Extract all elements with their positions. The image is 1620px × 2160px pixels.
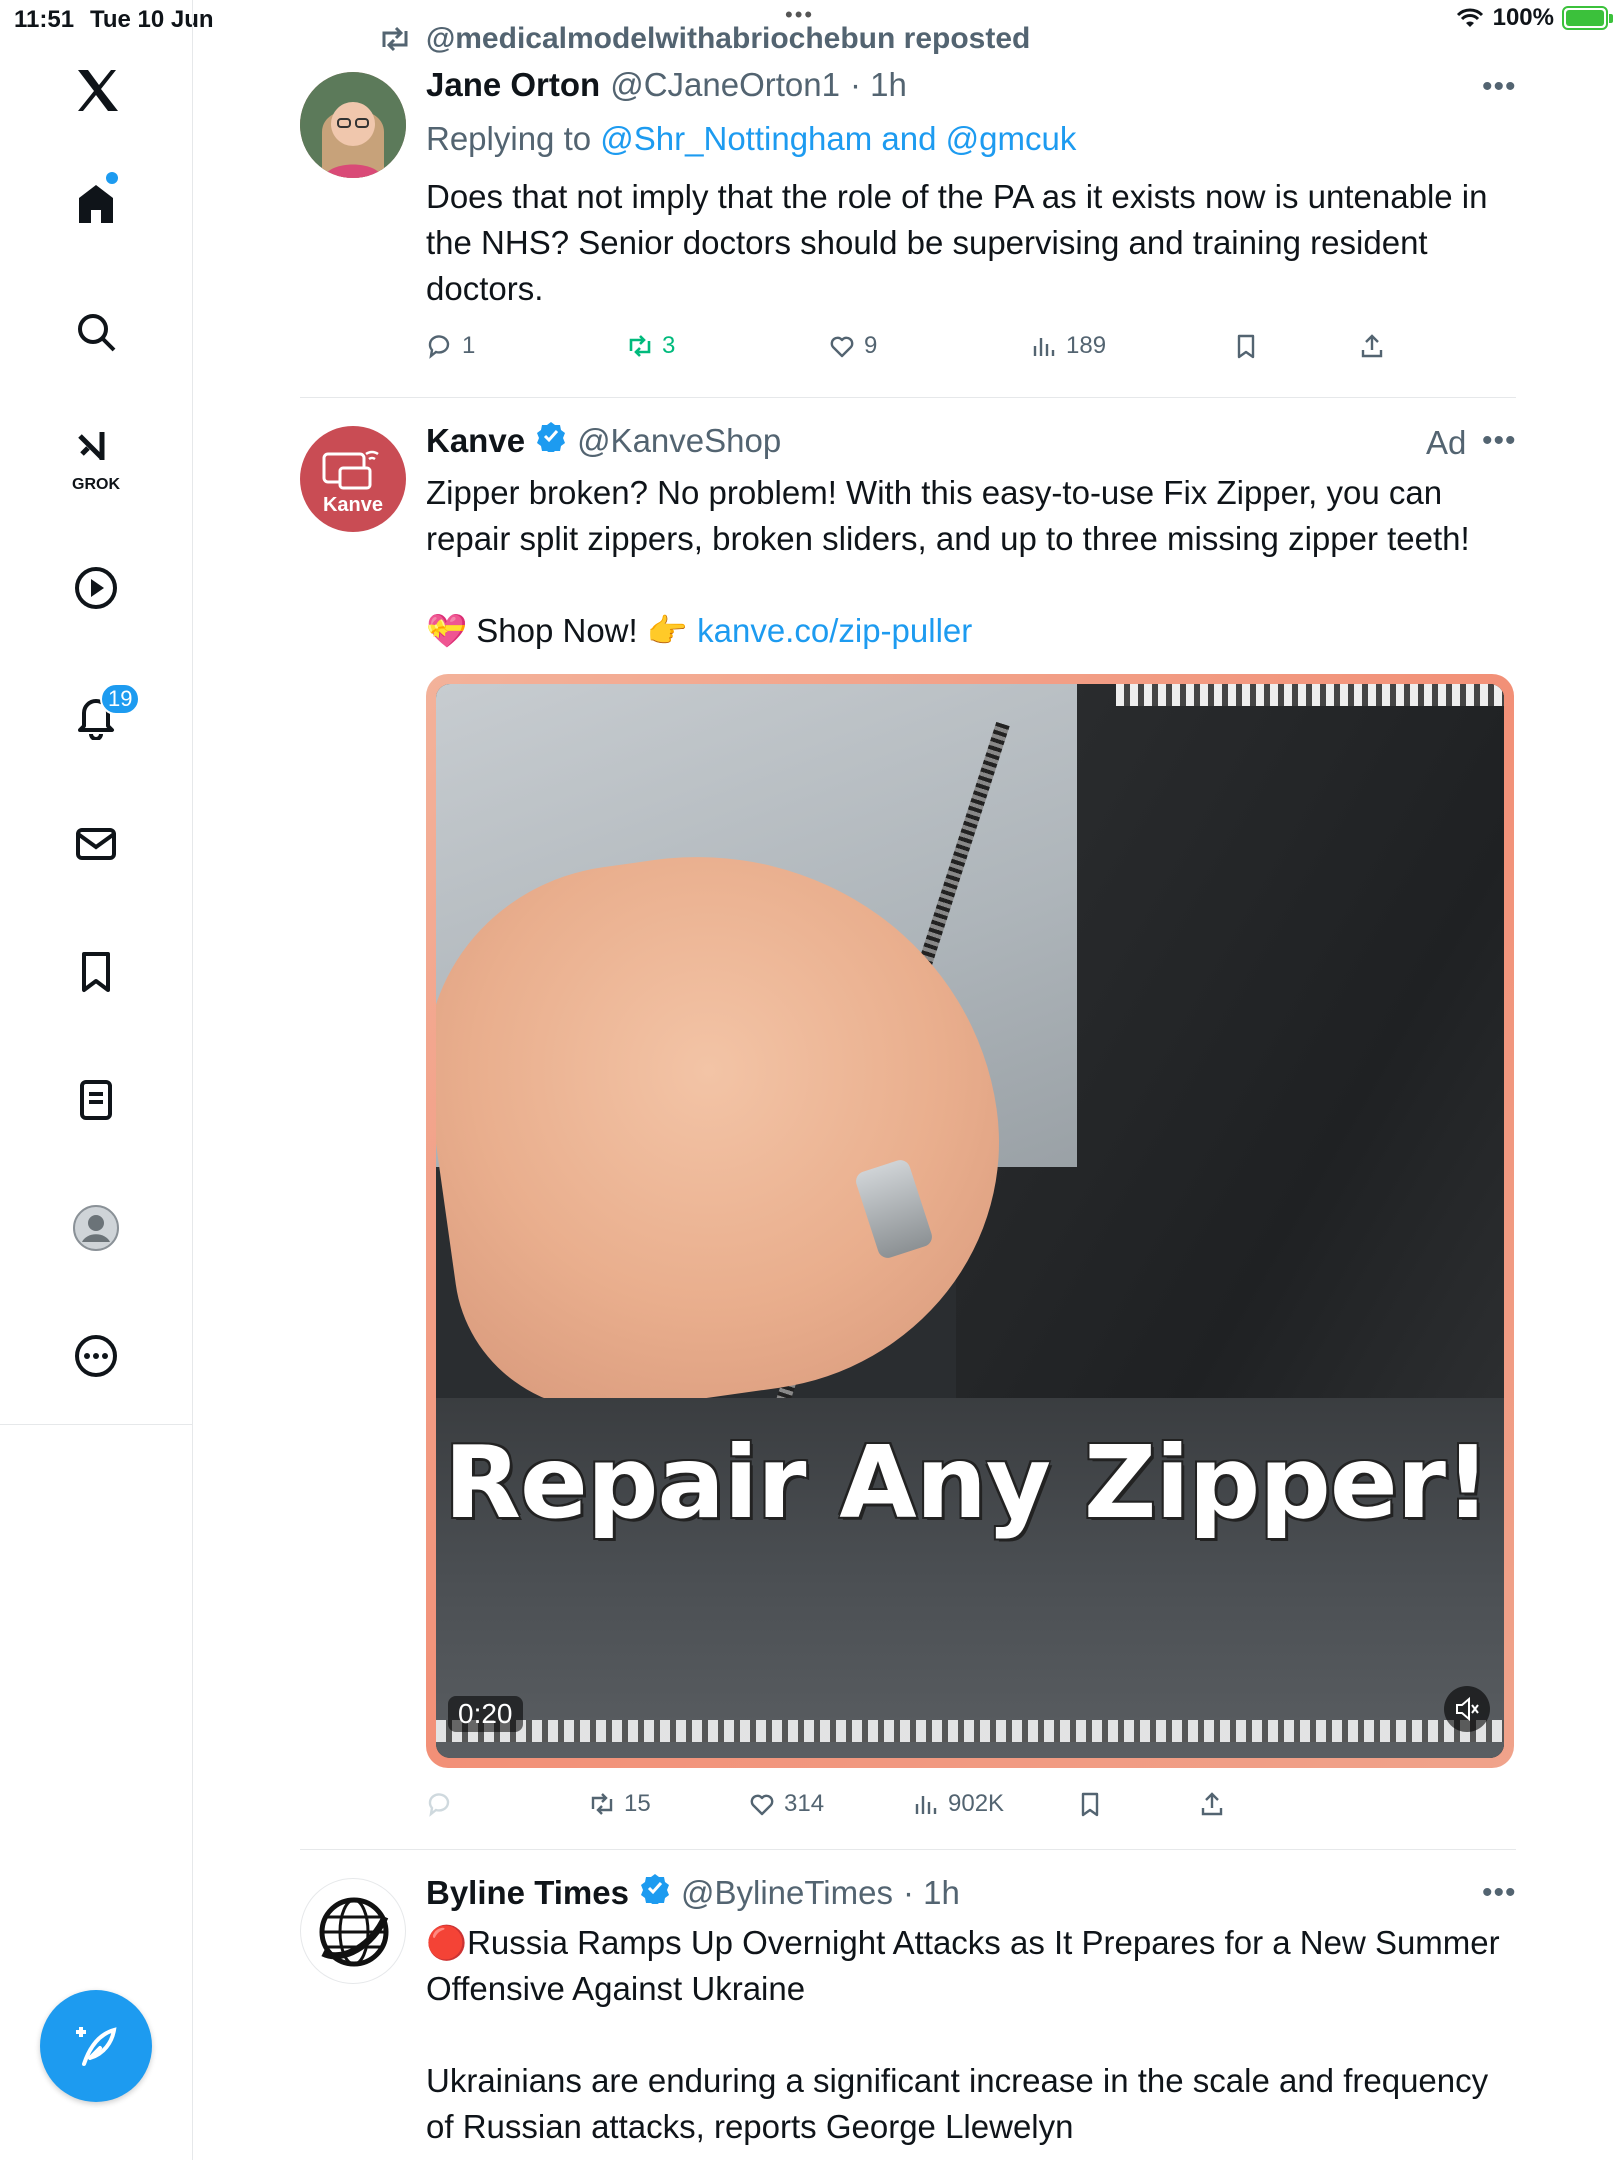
bookmark-icon (1081, 1792, 1099, 1817)
post-headline: 🔴Russia Ramps Up Overnight Attacks as It… (426, 1924, 1500, 2007)
author-avatar[interactable]: Kanve (300, 426, 406, 532)
author-row: Kanve @KanveShop (426, 420, 781, 460)
avatar-label: Kanve (322, 494, 384, 516)
post-text: Zipper broken? No problem! With this eas… (426, 474, 1470, 557)
author-avatar[interactable] (300, 72, 406, 178)
home-unread-dot (106, 172, 118, 184)
grok-icon[interactable] (66, 420, 126, 480)
notifications-badge: 19 (100, 683, 141, 715)
bookmarks-icon[interactable] (66, 942, 126, 1002)
like-button[interactable]: 9 (828, 332, 877, 360)
repost-button[interactable]: 15 (588, 1790, 651, 1818)
post-time[interactable]: · 1h (850, 66, 907, 104)
heart-icon (830, 336, 854, 358)
shop-row: 💝 Shop Now! 👉 kanve.co/zip-puller (426, 608, 972, 654)
like-count: 9 (864, 332, 878, 359)
repost-count: 3 (662, 332, 676, 359)
repost-indicator[interactable]: @medicalmodelwithabriochebun reposted (378, 22, 1030, 56)
post-actions: 15 314 902K (426, 1790, 1516, 1826)
status-right: 100% (1455, 4, 1613, 32)
reply-button[interactable] (426, 1790, 462, 1818)
battery-percent: 100% (1492, 4, 1554, 31)
author-row: Jane Orton @CJaneOrton1 · 1h (426, 66, 907, 104)
repost-button[interactable]: 3 (626, 332, 675, 360)
shop-link[interactable]: kanve.co/zip-puller (697, 612, 972, 649)
repost-icon (382, 26, 408, 52)
views-button[interactable]: 189 (1030, 332, 1106, 360)
video-icon[interactable] (66, 558, 126, 618)
repost-label: @medicalmodelwithabriochebun reposted (426, 22, 1031, 55)
views-bar-icon (915, 1796, 937, 1814)
post-divider (300, 1849, 1516, 1850)
view-count: 902K (948, 1790, 1005, 1817)
post-time[interactable]: · 1h (903, 1874, 960, 1912)
post-text: Does that not imply that the role of the… (426, 178, 1488, 307)
share-button[interactable] (1358, 332, 1386, 360)
author-handle[interactable]: @CJaneOrton1 (610, 66, 840, 104)
profile-avatar-icon[interactable] (66, 1198, 126, 1258)
bookmark-button[interactable] (1232, 332, 1260, 360)
reply-icon (428, 335, 450, 359)
grok-label: GROK (72, 476, 120, 493)
video-frame: Repair Any Zipper! 0:20 (436, 684, 1504, 1758)
replying-to-row: Replying to @Shr_Nottingham and @gmcuk (426, 116, 1076, 162)
repost-icon (591, 1793, 613, 1815)
bookmark-icon (1237, 334, 1255, 359)
post-actions: 1 3 9 189 (426, 332, 1516, 368)
more-options-icon[interactable] (66, 1326, 126, 1386)
repost-icon (629, 335, 651, 357)
post-more-icon[interactable]: ••• (1482, 424, 1517, 458)
post-more-icon[interactable]: ••• (1482, 1876, 1517, 1910)
share-icon (1201, 1792, 1223, 1816)
replying-to-handles[interactable]: @Shr_Nottingham and @gmcuk (600, 120, 1076, 157)
messages-icon[interactable] (66, 814, 126, 874)
share-button[interactable] (1198, 1790, 1226, 1818)
heart-icon (750, 1794, 774, 1816)
ad-video-player[interactable]: Repair Any Zipper! 0:20 (426, 674, 1514, 1768)
reply-button[interactable]: 1 (426, 332, 475, 360)
author-handle[interactable]: @BylineTimes (681, 1874, 893, 1912)
views-button[interactable]: 902K (912, 1790, 1004, 1818)
post-text: Ukrainians are enduring a significant in… (426, 2062, 1489, 2145)
views-bar-icon (1033, 338, 1055, 356)
x-logo-icon[interactable] (66, 60, 126, 120)
shop-prefix: 💝 Shop Now! 👉 (426, 612, 688, 649)
search-icon[interactable] (66, 302, 126, 362)
byline-globe-logo (319, 1897, 389, 1967)
battery-icon (1562, 6, 1613, 30)
lists-icon[interactable] (66, 1070, 126, 1130)
video-caption: Repair Any Zipper! (444, 1424, 1491, 1541)
view-count: 189 (1066, 332, 1107, 359)
home-icon[interactable] (66, 174, 126, 234)
author-avatar[interactable] (300, 1878, 406, 1984)
like-button[interactable]: 314 (748, 1790, 824, 1818)
reply-count: 1 (462, 332, 476, 359)
speaker-muted-icon (1456, 1696, 1479, 1722)
like-count: 314 (784, 1790, 825, 1817)
bookmark-button[interactable] (1076, 1790, 1104, 1818)
compose-feather-icon (76, 2027, 117, 2066)
wifi-icon (1456, 8, 1483, 27)
verified-badge-icon (640, 1874, 669, 1904)
author-name[interactable]: Kanve (426, 422, 525, 460)
author-row: Byline Times @BylineTimes · 1h (426, 1872, 960, 1912)
ad-label: Ad (1426, 424, 1467, 461)
repost-count: 15 (624, 1790, 651, 1817)
verified-badge-icon (537, 422, 566, 452)
replying-prefix: Replying to (426, 120, 592, 157)
post-divider (300, 397, 1516, 398)
mute-button[interactable] (1444, 1686, 1490, 1732)
author-handle[interactable]: @KanveShop (577, 422, 781, 460)
post-more-icon[interactable]: ••• (1482, 70, 1517, 104)
share-icon (1361, 334, 1383, 358)
author-name[interactable]: Byline Times (426, 1874, 629, 1912)
compose-post-button[interactable] (40, 1990, 152, 2102)
author-name[interactable]: Jane Orton (426, 66, 600, 104)
reply-icon (428, 1793, 450, 1817)
video-duration: 0:20 (448, 1696, 523, 1732)
